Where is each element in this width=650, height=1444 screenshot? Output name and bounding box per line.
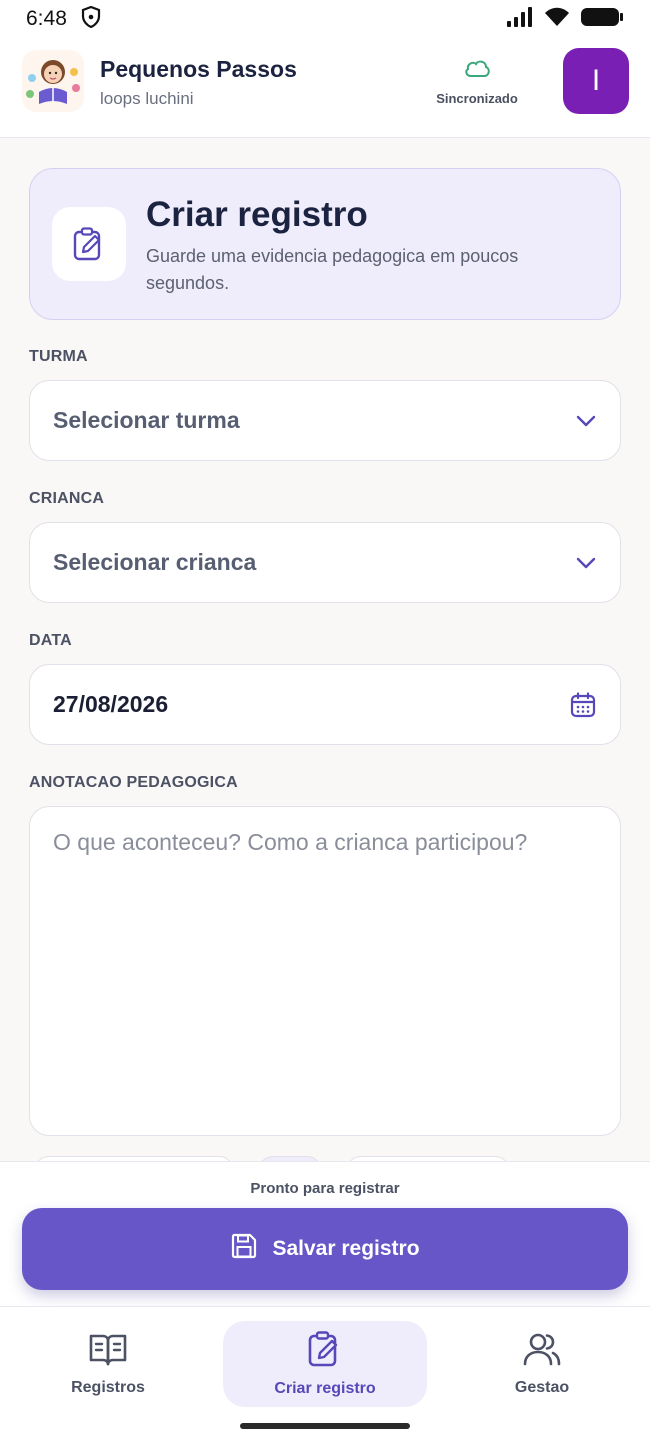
- save-label: Salvar registro: [272, 1237, 420, 1260]
- clipboard-edit-icon: [308, 1330, 342, 1372]
- clipboard-edit-icon: [52, 207, 126, 281]
- signal-icon: [506, 6, 534, 32]
- crianca-value: Selecionar crianca: [53, 549, 257, 575]
- status-bar: 6:48: [0, 0, 650, 38]
- nav-label-criar-registro: Criar registro: [274, 1379, 376, 1397]
- nav-item-criar-registro[interactable]: Criar registro: [223, 1321, 427, 1407]
- save-icon: [230, 1232, 258, 1266]
- app-logo: [22, 50, 84, 112]
- sync-status[interactable]: Sincronizado: [430, 58, 524, 106]
- crianca-label: CRIANCA: [29, 490, 105, 507]
- turma-select[interactable]: Selecionar turma: [29, 380, 621, 461]
- ready-status: Pronto para registrar: [250, 1180, 400, 1197]
- nav-label-gestao: Gestao: [514, 1378, 570, 1396]
- data-label: DATA: [29, 632, 72, 649]
- book-open-icon: [89, 1332, 127, 1371]
- avatar[interactable]: I: [563, 48, 629, 114]
- wifi-icon: [544, 7, 570, 32]
- app-title: Pequenos Passos: [100, 56, 297, 82]
- battery-icon: [580, 6, 624, 33]
- turma-label: TURMA: [29, 348, 88, 365]
- users-icon: [523, 1332, 561, 1371]
- calendar-icon[interactable]: [570, 691, 596, 718]
- crianca-select[interactable]: Selecionar crianca: [29, 522, 621, 603]
- status-time: 6:48: [26, 7, 67, 30]
- anotacao-textarea[interactable]: O que aconteceu? Como a crianca particip…: [29, 806, 621, 1136]
- user-name: loops luchini: [100, 89, 194, 108]
- action-bar: Pronto para registrar Salvar registro: [0, 1161, 650, 1306]
- home-indicator[interactable]: [240, 1423, 410, 1429]
- anotacao-label: ANOTACAO PEDAGOGICA: [29, 774, 238, 791]
- chevron-down-icon: [576, 415, 596, 427]
- hero-card: Criar registro Guarde uma evidencia peda…: [29, 168, 621, 320]
- turma-value: Selecionar turma: [53, 407, 240, 433]
- nav-label-registros: Registros: [71, 1378, 145, 1396]
- avatar-initial: I: [591, 64, 601, 97]
- nav-item-gestao[interactable]: Gestao: [440, 1321, 644, 1407]
- page-subtitle: Guarde uma evidencia pedagogica em pouco…: [146, 246, 519, 293]
- save-button[interactable]: Salvar registro: [22, 1208, 628, 1290]
- page-title: Criar registro: [146, 195, 368, 234]
- app-header: Pequenos Passos loops luchini Sincroniza…: [0, 38, 650, 138]
- anotacao-placeholder: O que aconteceu? Como a crianca particip…: [53, 829, 528, 855]
- nav-item-registros[interactable]: Registros: [6, 1321, 210, 1407]
- bottom-nav: Registros Criar registro Gestao: [0, 1306, 650, 1444]
- shield-icon: [81, 5, 101, 33]
- chevron-down-icon: [576, 557, 596, 569]
- cloud-icon: [463, 58, 491, 83]
- date-field[interactable]: 27/08/2026: [29, 664, 621, 745]
- sync-label: Sincronizado: [436, 91, 518, 106]
- date-value: 27/08/2026: [53, 691, 169, 717]
